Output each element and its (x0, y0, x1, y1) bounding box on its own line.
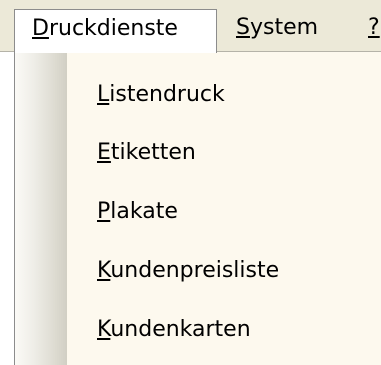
menu-bar: Druckdienste System ? (0, 0, 381, 53)
menu-item-kundenkarten-mnemonic: K (97, 317, 111, 342)
menu-item-kundenpreisliste[interactable]: Kundenpreisliste (67, 242, 381, 300)
menu-help[interactable]: ? (360, 9, 381, 47)
menu-druckdienste-label: ruckdienste (48, 16, 178, 41)
menu-icon-strip (15, 52, 67, 365)
menu-item-etiketten-label: tiketten (110, 140, 196, 165)
menu-help-mnemonic: ? (368, 15, 380, 40)
menu-system[interactable]: System (228, 9, 340, 47)
menu-item-listendruck-mnemonic: L (97, 82, 110, 107)
menu-item-kundenpreisliste-mnemonic: K (97, 258, 111, 283)
menu-item-plakate-mnemonic: P (97, 199, 111, 224)
menu-item-plakate[interactable]: Plakate (67, 183, 381, 241)
menu-item-etiketten[interactable]: Etiketten (67, 124, 381, 182)
menu-item-kundenkarten[interactable]: Kundenkarten (67, 301, 381, 359)
menu-druckdienste[interactable]: Druckdienste (14, 9, 217, 53)
menu-item-listendruck-label: istendruck (109, 82, 225, 107)
menu-system-label: ystem (249, 15, 319, 40)
druckdienste-dropdown-menu: Listendruck Etiketten Plakate Kundenprei… (14, 52, 381, 365)
menu-item-listendruck[interactable]: Listendruck (67, 66, 381, 124)
menu-item-kundenkarten-label: undenkarten (110, 317, 251, 342)
menu-item-etiketten-mnemonic: E (97, 140, 111, 165)
menu-item-kundenpreisliste-label: undenpreisliste (110, 258, 280, 283)
menu-system-mnemonic: S (236, 15, 250, 40)
menu-druckdienste-mnemonic: D (32, 16, 49, 41)
menu-item-plakate-label: lakate (110, 199, 178, 224)
